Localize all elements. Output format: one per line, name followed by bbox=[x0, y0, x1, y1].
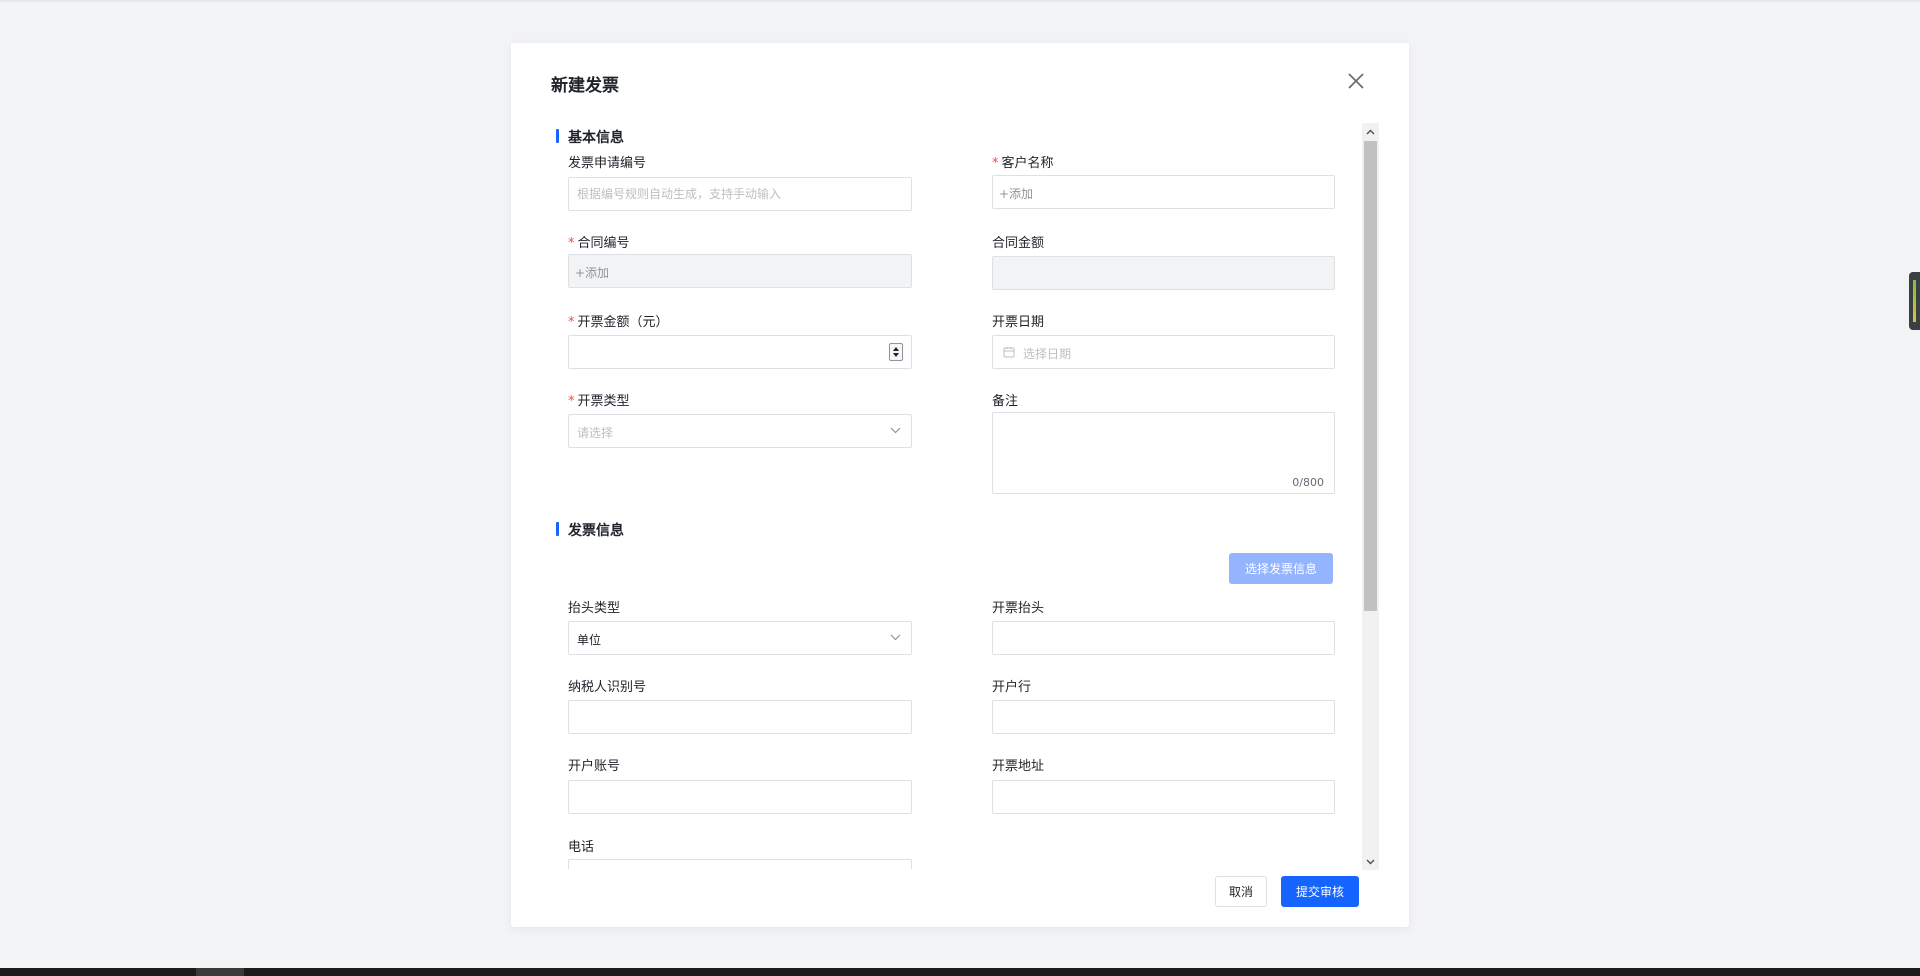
side-widget[interactable] bbox=[1909, 272, 1920, 330]
section-marker bbox=[556, 522, 559, 536]
customer-name-field[interactable]: +添加 bbox=[992, 175, 1335, 209]
contract-no-field[interactable]: +添加 bbox=[568, 254, 912, 288]
stepper-down-icon[interactable] bbox=[893, 353, 899, 357]
close-icon bbox=[1348, 73, 1364, 89]
section-marker bbox=[556, 129, 559, 143]
chevron-down-icon bbox=[890, 634, 901, 641]
invoice-no-label: 发票申请编号 bbox=[568, 156, 647, 171]
title-type-select[interactable]: 单位 bbox=[568, 621, 912, 655]
add-contract-link[interactable]: +添加 bbox=[575, 264, 609, 281]
invoice-title-label: 开票抬头 bbox=[992, 601, 1045, 616]
customer-name-label: * 客户名称 bbox=[992, 156, 1054, 171]
taxpayer-id-label: 纳税人识别号 bbox=[568, 680, 647, 695]
scrollbar-thumb[interactable] bbox=[1364, 141, 1377, 611]
invoice-title-input[interactable] bbox=[992, 621, 1335, 655]
invoice-amount-label: * 开票金额（元） bbox=[568, 315, 669, 330]
remark-char-counter: 0/800 bbox=[1292, 476, 1324, 489]
title-type-value: 单位 bbox=[577, 633, 602, 647]
taskbar bbox=[0, 968, 1920, 976]
taskbar-active-item[interactable] bbox=[196, 968, 244, 976]
bank-label: 开户行 bbox=[992, 680, 1032, 695]
invoice-type-label: * 开票类型 bbox=[568, 394, 630, 409]
cancel-button[interactable]: 取消 bbox=[1215, 876, 1267, 907]
contract-amount-label: 合同金额 bbox=[992, 236, 1045, 251]
phone-label: 电话 bbox=[568, 840, 595, 855]
section-title-invoice: 发票信息 bbox=[568, 523, 624, 539]
taxpayer-id-input[interactable] bbox=[568, 700, 912, 734]
amount-stepper[interactable] bbox=[889, 343, 903, 361]
invoice-type-placeholder: 请选择 bbox=[577, 426, 614, 440]
chevron-down-icon bbox=[1366, 859, 1375, 864]
remark-label: 备注 bbox=[992, 394, 1019, 409]
phone-input[interactable] bbox=[568, 859, 912, 869]
invoice-date-label: 开票日期 bbox=[992, 315, 1045, 330]
scroll-down-arrow[interactable] bbox=[1362, 853, 1379, 870]
widget-level-indicator bbox=[1913, 280, 1916, 322]
invoice-amount-input[interactable] bbox=[568, 335, 912, 369]
bank-account-label: 开户账号 bbox=[568, 759, 621, 774]
calendar-icon bbox=[1003, 347, 1015, 358]
chevron-up-icon bbox=[1366, 129, 1375, 134]
invoice-date-picker[interactable]: 选择日期 bbox=[992, 335, 1335, 369]
scroll-up-arrow[interactable] bbox=[1362, 123, 1379, 140]
section-title-basic: 基本信息 bbox=[568, 130, 624, 146]
invoice-address-input[interactable] bbox=[992, 780, 1335, 814]
invoice-no-input[interactable] bbox=[568, 177, 912, 211]
invoice-address-label: 开票地址 bbox=[992, 759, 1045, 774]
phone-input-clip bbox=[568, 859, 912, 869]
date-placeholder: 选择日期 bbox=[1023, 347, 1072, 361]
select-invoice-info-button[interactable]: 选择发票信息 bbox=[1229, 553, 1333, 584]
stepper-up-icon[interactable] bbox=[893, 347, 899, 351]
add-customer-link[interactable]: +添加 bbox=[999, 185, 1033, 202]
invoice-type-select[interactable]: 请选择 bbox=[568, 414, 912, 448]
contract-no-label: * 合同编号 bbox=[568, 236, 630, 251]
title-type-label: 抬头类型 bbox=[568, 601, 621, 616]
remark-textarea[interactable]: 0/800 bbox=[992, 412, 1335, 494]
close-button[interactable] bbox=[1344, 69, 1368, 93]
submit-review-button[interactable]: 提交审核 bbox=[1281, 876, 1359, 907]
modal-title: 新建发票 bbox=[551, 76, 619, 96]
modal-scrollbar[interactable] bbox=[1362, 123, 1379, 870]
bank-account-input[interactable] bbox=[568, 780, 912, 814]
top-divider bbox=[0, 0, 1920, 2]
bank-input[interactable] bbox=[992, 700, 1335, 734]
contract-amount-field bbox=[992, 256, 1335, 290]
chevron-down-icon bbox=[890, 427, 901, 434]
